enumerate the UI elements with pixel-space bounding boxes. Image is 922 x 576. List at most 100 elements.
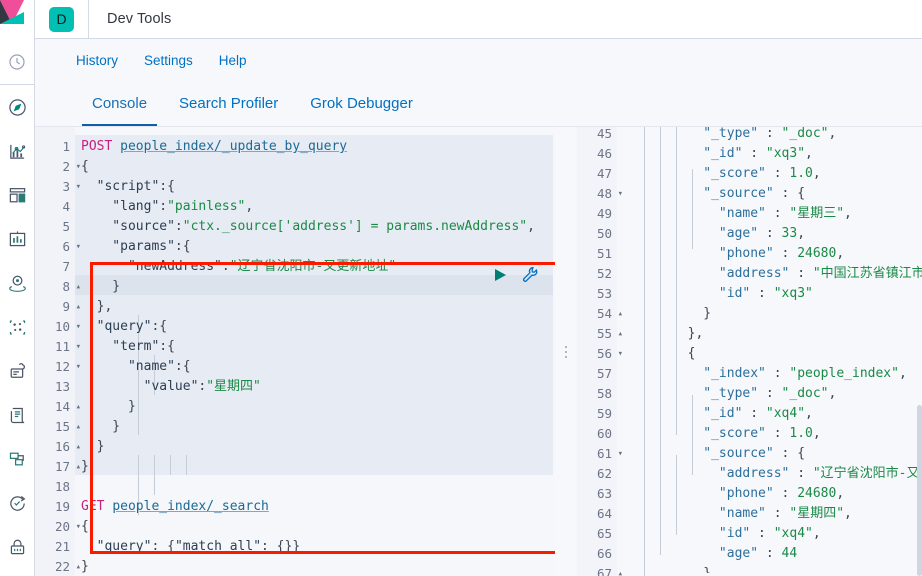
fold-toggle-icon[interactable]: ▴: [73, 277, 81, 297]
run-request-button[interactable]: [492, 267, 508, 283]
fold-toggle-icon[interactable]: ▴: [73, 437, 81, 457]
fold-toggle-icon[interactable]: ▾: [73, 177, 81, 197]
line-number: 5: [62, 219, 70, 234]
fold-toggle-icon[interactable]: ▴: [615, 324, 623, 344]
code-line: }: [81, 457, 555, 477]
code-token: },: [625, 326, 704, 341]
code-token: "params": [81, 239, 175, 254]
code-token: "_source": [625, 446, 774, 461]
panel-resize-handle[interactable]: [555, 127, 577, 576]
fold-toggle-icon[interactable]: ▴: [615, 564, 623, 576]
uptime-icon: [2, 488, 32, 518]
maps-icon: [2, 268, 32, 298]
subnav-help[interactable]: Help: [219, 53, 247, 68]
canvas-icon: [2, 224, 32, 254]
line-number: 20 ▾: [35, 517, 81, 537]
response-scrollbar[interactable]: [917, 127, 922, 576]
line-number: 10 ▾: [35, 317, 81, 337]
code-token: ,: [828, 127, 837, 141]
line-number: 51: [596, 246, 612, 261]
sidebar-item-security[interactable]: [0, 525, 34, 569]
tab-search-profiler[interactable]: Search Profiler: [163, 81, 294, 126]
code-token: "lang": [81, 199, 160, 214]
fold-toggle-icon[interactable]: ▾: [73, 337, 81, 357]
fold-toggle-icon[interactable]: ▴: [615, 304, 623, 324]
code-token: :: [789, 266, 813, 281]
sidebar-item-dev-tools[interactable]: [0, 569, 34, 576]
fold-toggle-icon[interactable]: ▾: [615, 184, 623, 204]
rail-item-list: [0, 40, 34, 576]
fold-toggle-icon[interactable]: ▴: [73, 297, 81, 317]
code-token: }: [81, 559, 89, 574]
tab-grok-debugger[interactable]: Grok Debugger: [294, 81, 429, 126]
code-token: :: [773, 486, 798, 501]
code-token: "_type": [625, 386, 759, 401]
sidebar-item-discover[interactable]: [0, 85, 34, 129]
sidebar-item-apm[interactable]: [0, 437, 34, 481]
fold-toggle-icon[interactable]: ▾: [73, 317, 81, 337]
line-number: 57: [596, 366, 612, 381]
code-line: "id" : "xq3": [625, 284, 922, 304]
code-token: :: [789, 466, 813, 481]
code-token: {: [625, 346, 696, 361]
fold-toggle-icon[interactable]: ▴: [73, 417, 81, 437]
space-switcher[interactable]: D: [35, 0, 89, 38]
response-code-lines[interactable]: "_type" : "_doc", "_id" : "xq3", "_score…: [625, 127, 922, 573]
fold-toggle-icon[interactable]: ▾: [73, 357, 81, 377]
console-workspace: 1 2 ▾ 3 ▾ 4 5 6 ▾ 7 8 ▴ 9 ▴ 10 ▾ 11 ▾ 12 ▾ 13 14 ▴ 15 ▴ 16 ▴ 17 ▴ 18 1…: [35, 127, 922, 576]
code-token: "_type": [625, 127, 759, 141]
code-token: 1.0: [789, 166, 813, 181]
code-token: "phone": [625, 246, 774, 261]
code-token: "xq3": [765, 146, 806, 161]
console-subnav: History Settings Help: [35, 39, 922, 81]
code-token: "星期四": [789, 506, 845, 521]
line-number: 55 ▴: [577, 324, 623, 344]
fold-toggle-icon[interactable]: ▾: [73, 157, 81, 177]
fold-toggle-icon[interactable]: ▴: [73, 557, 81, 576]
code-token: ,: [898, 366, 907, 381]
code-token: :{: [151, 319, 168, 334]
code-token: "xq3": [773, 286, 813, 301]
line-number: 50: [596, 226, 612, 241]
code-token: "ctx._source['address'] = params.newAddr…: [182, 219, 528, 234]
elastic-logo[interactable]: [0, 0, 34, 39]
wrench-menu-button[interactable]: [522, 266, 539, 283]
request-editor[interactable]: 1 2 ▾ 3 ▾ 4 5 6 ▾ 7 8 ▴ 9 ▴ 10 ▾ 11 ▾ 12 ▾ 13 14 ▴ 15 ▴ 16 ▴ 17 ▴ 18 1…: [35, 127, 555, 576]
subnav-settings[interactable]: Settings: [144, 53, 193, 68]
code-token: :: [174, 219, 183, 234]
code-token: :: [773, 246, 798, 261]
fold-toggle-icon[interactable]: ▾: [73, 237, 81, 257]
fold-toggle-icon[interactable]: ▴: [73, 397, 81, 417]
sidebar-item-recently-viewed[interactable]: [0, 40, 34, 84]
sidebar-item-infrastructure[interactable]: [0, 349, 34, 393]
code-line: }: [81, 437, 555, 457]
sidebar-item-machine-learning[interactable]: [0, 305, 34, 349]
fold-toggle-icon[interactable]: ▾: [615, 444, 623, 464]
sidebar-item-visualize[interactable]: [0, 129, 34, 173]
sidebar-item-logs[interactable]: [0, 393, 34, 437]
line-number: 12 ▾: [35, 357, 81, 377]
sidebar-item-canvas[interactable]: [0, 217, 34, 261]
code-token: "name": [625, 206, 766, 221]
subnav-history[interactable]: History: [76, 53, 118, 68]
fold-toggle-icon[interactable]: ▾: [73, 517, 81, 537]
sidebar-item-maps[interactable]: [0, 261, 34, 305]
code-token: 24680: [797, 486, 837, 501]
code-token: ,: [812, 426, 821, 441]
app-header: D Dev Tools: [35, 0, 922, 39]
editor-code-lines[interactable]: POST people_index/_update_by_query { "scr…: [81, 137, 555, 576]
code-token: :{: [174, 359, 191, 374]
code-token: "age": [625, 226, 759, 241]
line-number: 3 ▾: [35, 177, 81, 197]
tab-console[interactable]: Console: [76, 81, 163, 126]
fold-toggle-icon[interactable]: ▴: [73, 457, 81, 477]
line-number: 63: [596, 486, 612, 501]
response-viewer[interactable]: 45 46 47 48 ▾ 49 50 51 52 53 54 ▴ 55 ▴ 56 ▾ 57 58 59 60 61 ▾ 6…: [577, 127, 922, 576]
sidebar-item-uptime[interactable]: [0, 481, 34, 525]
line-number: 18: [54, 479, 70, 494]
infrastructure-icon: [2, 356, 32, 386]
sidebar-item-dashboard[interactable]: [0, 173, 34, 217]
code-line: "newAddress":"辽宁省沈阳市-又更新地址": [81, 257, 555, 277]
code-token: :: [765, 426, 790, 441]
fold-toggle-icon[interactable]: ▾: [615, 344, 623, 364]
